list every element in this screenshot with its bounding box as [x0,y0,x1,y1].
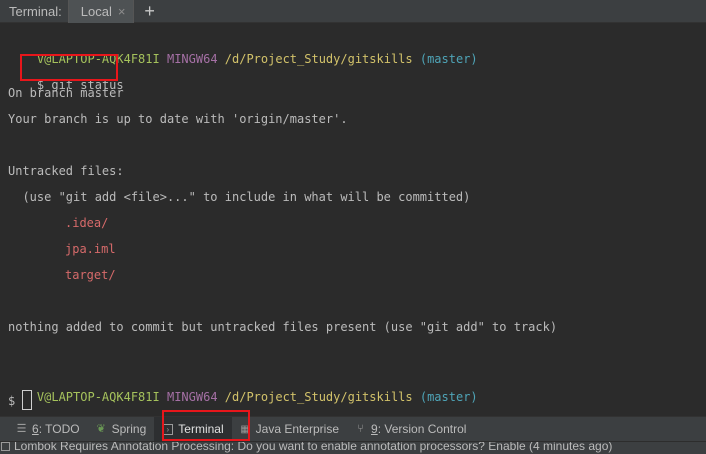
toolwindow-vcs-label: 9: Version Control [371,422,466,436]
output-summary: nothing added to commit but untracked fi… [8,320,558,334]
output-line: (use "git add <file>..." to include in w… [8,190,471,204]
tab-separator [133,0,135,23]
toolwindow-vcs-key: 9 [371,422,378,436]
toolwindow-java-enterprise-label: Java Enterprise [255,422,340,436]
toolwindow-todo-text: : TODO [38,422,80,436]
status-message[interactable]: Lombok Requires Annotation Processing: D… [14,442,612,453]
toolwindow-version-control[interactable]: ⑂ 9: Version Control [347,417,474,442]
prompt-env: MINGW64 [166,390,218,404]
terminal-cursor[interactable] [22,390,32,410]
untracked-file: jpa.iml [65,242,116,256]
output-line: Untracked files: [8,164,124,178]
output-line: Your branch is up to date with 'origin/m… [8,112,348,126]
tab-local[interactable]: Local × [68,0,134,23]
prompt-branch: (master) [419,390,478,404]
toolwindow-todo-label: 6: TODO [32,422,80,436]
prompt-branch: (master) [419,52,478,66]
tab-local-label: Local [80,3,112,19]
spring-leaf-icon: ❦ [96,422,106,435]
toolwindow-todo[interactable]: ☰ 6: TODO [8,417,88,442]
highlight-box-command [20,54,118,81]
prompt-path: /d/Project_Study/gitskills [224,52,413,66]
status-bar: Lombok Requires Annotation Processing: D… [0,441,706,454]
toolwindow-vcs-text: : Version Control [377,422,467,436]
terminal-output[interactable]: V@LAPTOP-AQK4F81I MINGW64 /d/Project_Stu… [0,24,706,416]
toolwindow-spring-label: Spring [111,422,147,436]
prompt-user: V@LAPTOP-AQK4F81I [36,390,160,404]
toolwindow-todo-key: 6 [32,422,39,436]
highlight-box-terminal-tab [162,410,250,441]
prompt-path: /d/Project_Study/gitskills [224,390,413,404]
prompt-line: V@LAPTOP-AQK4F81I MINGW64 /d/Project_Stu… [8,370,478,404]
prompt-line: V@LAPTOP-AQK4F81I MINGW64 /d/Project_Stu… [8,32,478,66]
prompt-env: MINGW64 [166,52,218,66]
vcs-icon: ⑂ [357,422,364,435]
untracked-file: target/ [65,268,116,282]
add-tab-icon[interactable]: + [144,0,155,23]
close-icon[interactable]: × [118,0,126,23]
toolwindow-spring[interactable]: ❦ Spring [88,417,155,442]
tool-window-bar: ☰ 6: TODO ❦ Spring › Terminal ▦ Java Ent… [0,416,706,442]
output-line: On branch master [8,86,124,100]
input-prompt-symbol: $ [8,394,16,408]
terminal-tab-header: Terminal: Local × + [0,0,706,23]
list-icon: ☰ [16,422,27,435]
tool-window-title: Terminal: [9,3,62,19]
untracked-file: .idea/ [65,216,109,230]
status-toggle-icon[interactable] [1,442,10,451]
